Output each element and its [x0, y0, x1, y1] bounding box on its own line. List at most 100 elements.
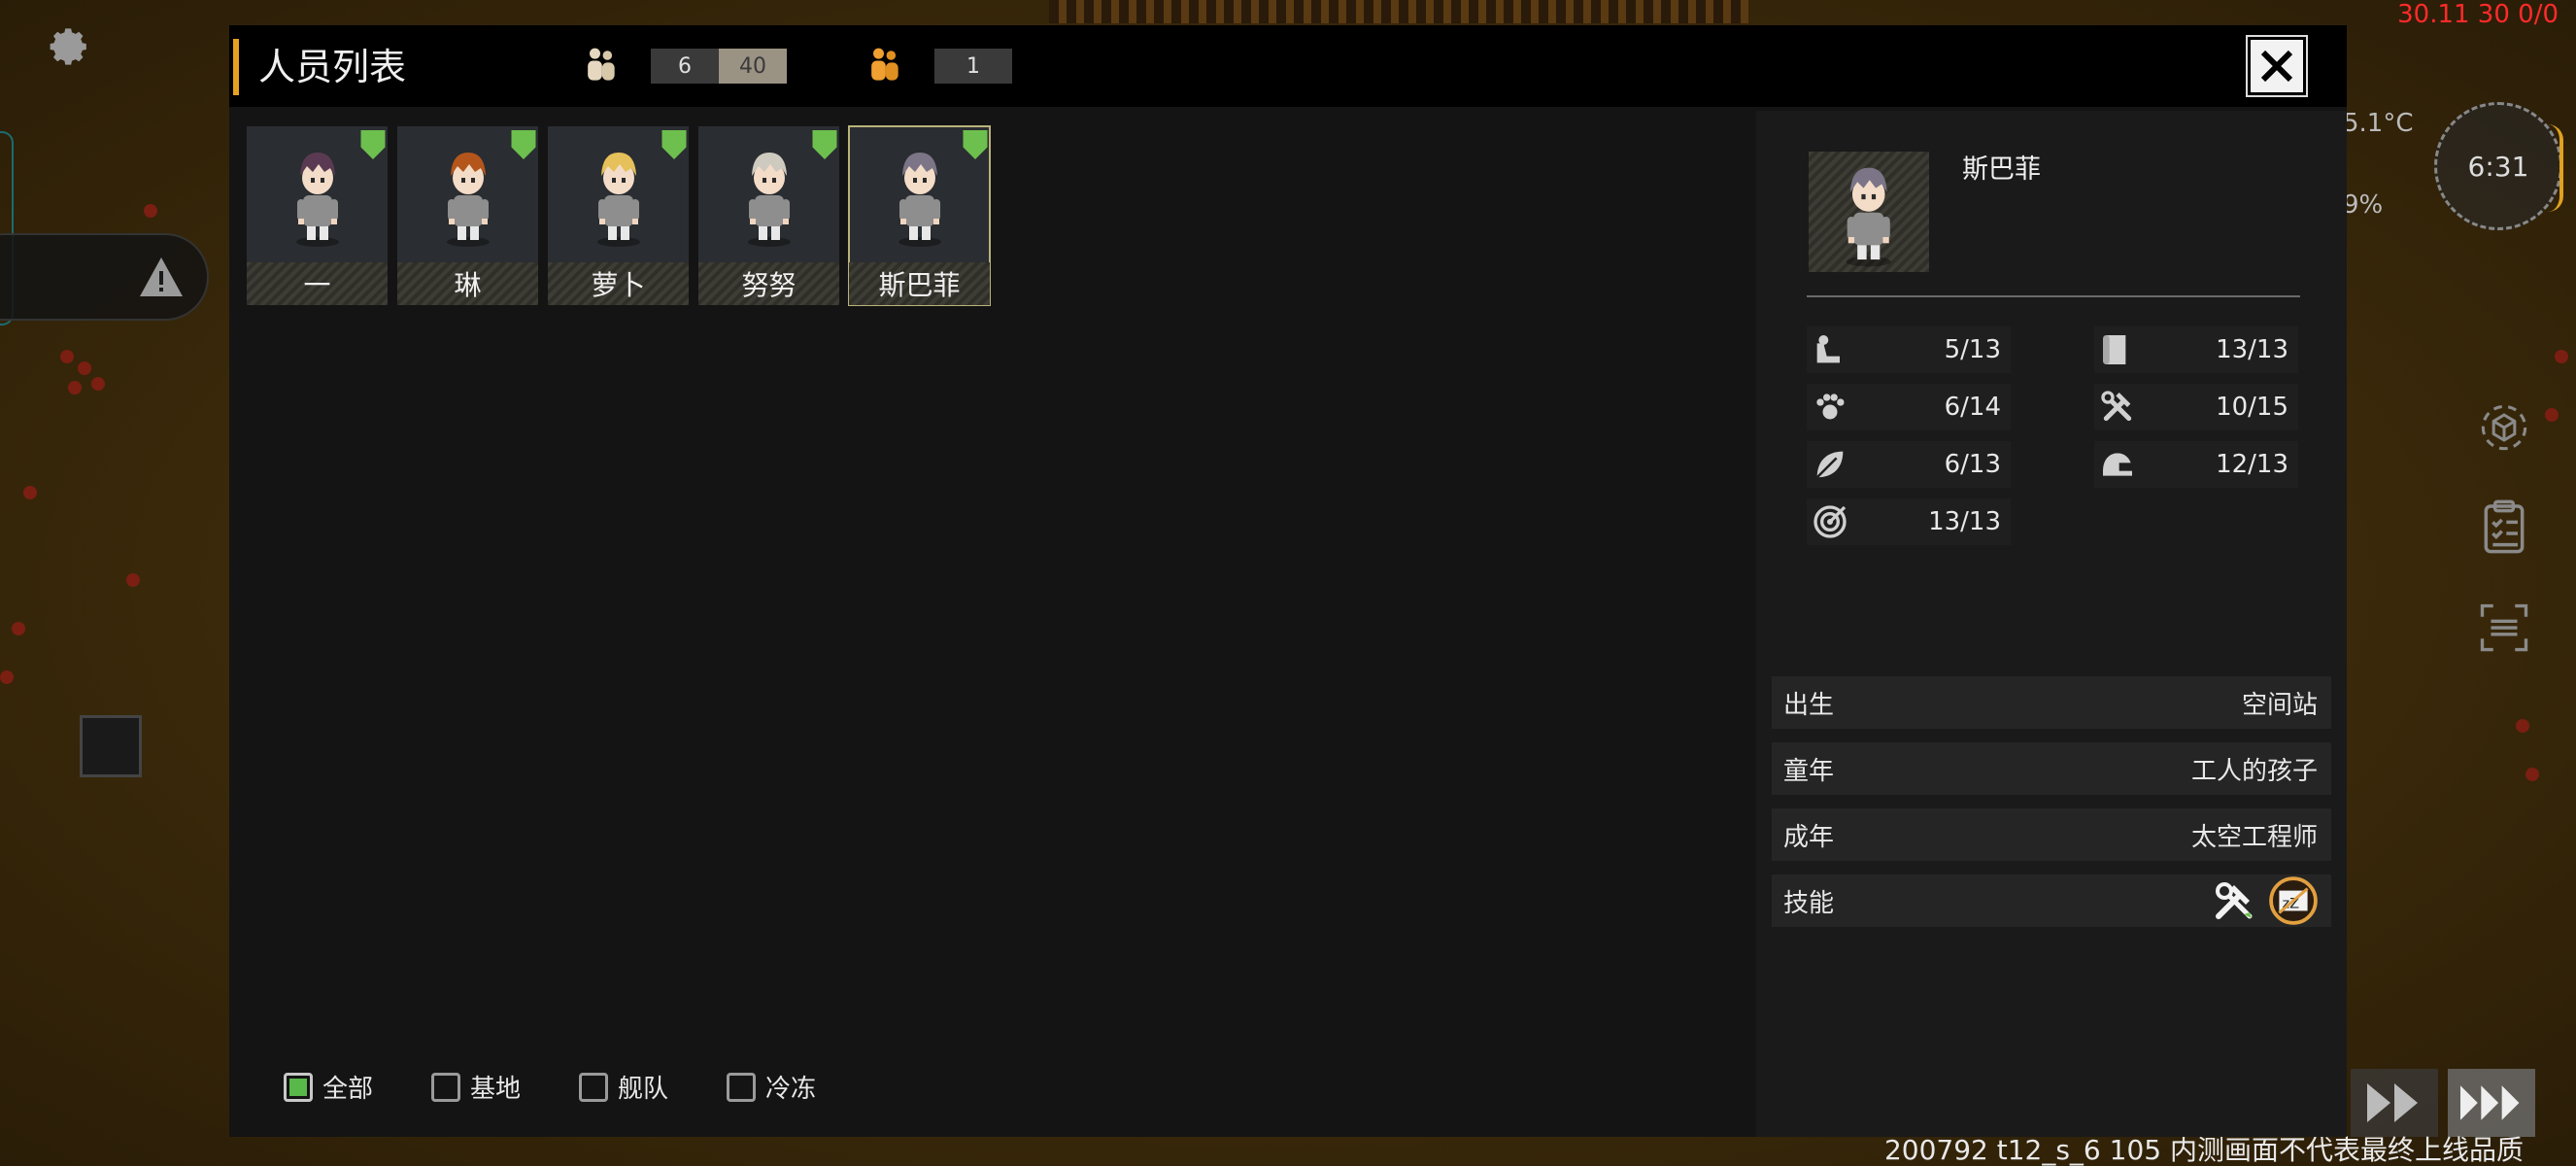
detail-divider: [1807, 295, 2300, 297]
detail-portrait: [1809, 152, 1929, 272]
crew-detail-panel: 斯巴菲 5/13 13/13 6/14 10/15 6/13 12/13 13/…: [1756, 111, 2347, 1137]
crew-card[interactable]: 萝卜: [548, 126, 689, 305]
attribute-value: 13/13: [2216, 335, 2288, 364]
character-sprite: [747, 153, 791, 247]
fast-forward-button[interactable]: [2351, 1069, 2438, 1137]
filter-label: 全部: [322, 1075, 374, 1104]
shield-icon: [360, 130, 386, 159]
filter-label: 基地: [470, 1075, 522, 1104]
character-sprite: [295, 153, 339, 247]
character-sprite: [446, 153, 490, 247]
personnel-list-panel: 人员列表 6 40 1 一 琳 萝卜 努努 斯巴菲 全部 基地 舰队 冷冻 斯巴…: [229, 25, 2347, 1137]
info-label: 成年: [1783, 822, 1835, 852]
character-sprite: [1846, 167, 1892, 267]
visitors-icon: [871, 48, 898, 81]
crew-name: 萝卜: [548, 262, 689, 305]
filter-label: 舰队: [618, 1075, 669, 1104]
scan-icon: [2480, 603, 2528, 652]
crew-roster: 一 琳 萝卜 努努 斯巴菲: [247, 125, 991, 306]
attribute-value: 13/13: [1928, 507, 2001, 536]
attribute-stat[interactable]: 13/13: [2094, 326, 2298, 373]
info-label: 技能: [1783, 888, 1835, 918]
leaf-icon: [1807, 441, 1853, 488]
panel-title: 人员列表: [258, 46, 407, 88]
wrench-hammer-skill-icon[interactable]: [2211, 877, 2257, 924]
humidity-readout: 9%: [2343, 190, 2384, 220]
info-label: 出生: [1783, 690, 1835, 720]
attribute-stat[interactable]: 12/13: [2094, 441, 2298, 488]
filter-option[interactable]: 基地: [431, 1069, 521, 1105]
info-row-skills: 技能 zZ: [1772, 874, 2331, 927]
debug-readout: 30.11 30 0/0: [2397, 0, 2559, 29]
info-value: 太空工程师: [2190, 822, 2318, 852]
cube-button[interactable]: [2475, 398, 2533, 457]
colonists-icon: [588, 48, 615, 81]
helmet-icon: [2094, 441, 2141, 488]
target-icon: [1807, 498, 1853, 545]
crew-card[interactable]: 琳: [397, 126, 538, 305]
scroll-icon: [2094, 326, 2141, 373]
shield-icon: [963, 130, 988, 159]
crew-name: 努努: [698, 262, 839, 305]
attribute-stat[interactable]: 10/15: [2094, 384, 2298, 430]
attribute-value: 6/14: [1944, 393, 2001, 422]
character-sprite: [898, 153, 941, 247]
tools-icon: [2094, 384, 2141, 430]
top-wall-strip: [1049, 0, 1748, 23]
faster-forward-button[interactable]: [2448, 1069, 2535, 1137]
attribute-stat[interactable]: 6/14: [1807, 384, 2011, 430]
filter-checkbox[interactable]: [727, 1072, 757, 1102]
close-icon: [2260, 50, 2293, 83]
filter-option[interactable]: 全部: [284, 1069, 373, 1105]
filter-checkbox[interactable]: [431, 1072, 461, 1102]
world-building[interactable]: [80, 715, 142, 777]
gear-icon: [50, 28, 86, 65]
crew-card[interactable]: 斯巴菲: [848, 125, 991, 306]
info-value: 空间站: [2241, 690, 2318, 720]
attribute-stat[interactable]: 13/13: [1807, 498, 2011, 545]
temperature-readout: 5.1°C: [2343, 109, 2414, 138]
info-row-adulthood[interactable]: 成年 太空工程师: [1772, 808, 2331, 861]
cube-icon: [2481, 404, 2527, 451]
attribute-value: 10/15: [2216, 393, 2288, 422]
panel-header: 人员列表 6 40 1: [229, 25, 2347, 107]
crew-name: 琳: [397, 262, 538, 305]
skill-icons: zZ: [2211, 876, 2318, 925]
info-row-childhood[interactable]: 童年 工人的孩子: [1772, 742, 2331, 795]
settings-button[interactable]: [43, 21, 93, 72]
info-value: 工人的孩子: [2190, 756, 2318, 786]
info-label: 童年: [1783, 756, 1835, 786]
attribute-stat[interactable]: 6/13: [1807, 441, 2011, 488]
sleep-trait-icon[interactable]: zZ: [2269, 876, 2318, 925]
filter-label: 冷冻: [765, 1075, 817, 1104]
paw-icon: [1807, 384, 1853, 430]
attribute-stat[interactable]: 5/13: [1807, 326, 2011, 373]
fast-forward-icon: [2367, 1083, 2418, 1122]
other-count: 1: [934, 49, 1012, 84]
crew-name: 一: [247, 262, 388, 305]
scan-button[interactable]: [2475, 599, 2533, 657]
filter-bar: 全部 基地 舰队 冷冻: [284, 1069, 816, 1105]
filter-option[interactable]: 冷冻: [727, 1069, 816, 1105]
filter-checkbox[interactable]: [579, 1072, 609, 1102]
colonists-counter: 6 40: [579, 45, 787, 87]
shield-icon: [812, 130, 837, 159]
title-accent-bar: [233, 39, 239, 95]
crew-card[interactable]: 努努: [698, 126, 839, 305]
colonists-count: 6: [651, 49, 719, 84]
filter-checkbox[interactable]: [284, 1072, 313, 1102]
other-counter: 1: [863, 45, 1012, 87]
task-list-button[interactable]: [2475, 497, 2533, 556]
character-sprite: [596, 153, 640, 247]
day-clock[interactable]: 6:31: [2434, 102, 2563, 230]
clock-time: 6:31: [2467, 150, 2529, 183]
crew-name: 斯巴菲: [849, 262, 990, 305]
attribute-value: 12/13: [2216, 450, 2288, 479]
alert-button[interactable]: [0, 233, 209, 321]
filter-option[interactable]: 舰队: [579, 1069, 668, 1105]
info-row-birth[interactable]: 出生 空间站: [1772, 676, 2331, 729]
triple-forward-icon: [2460, 1085, 2520, 1120]
crew-card[interactable]: 一: [247, 126, 388, 305]
shield-icon: [661, 130, 687, 159]
close-button[interactable]: [2246, 35, 2308, 97]
